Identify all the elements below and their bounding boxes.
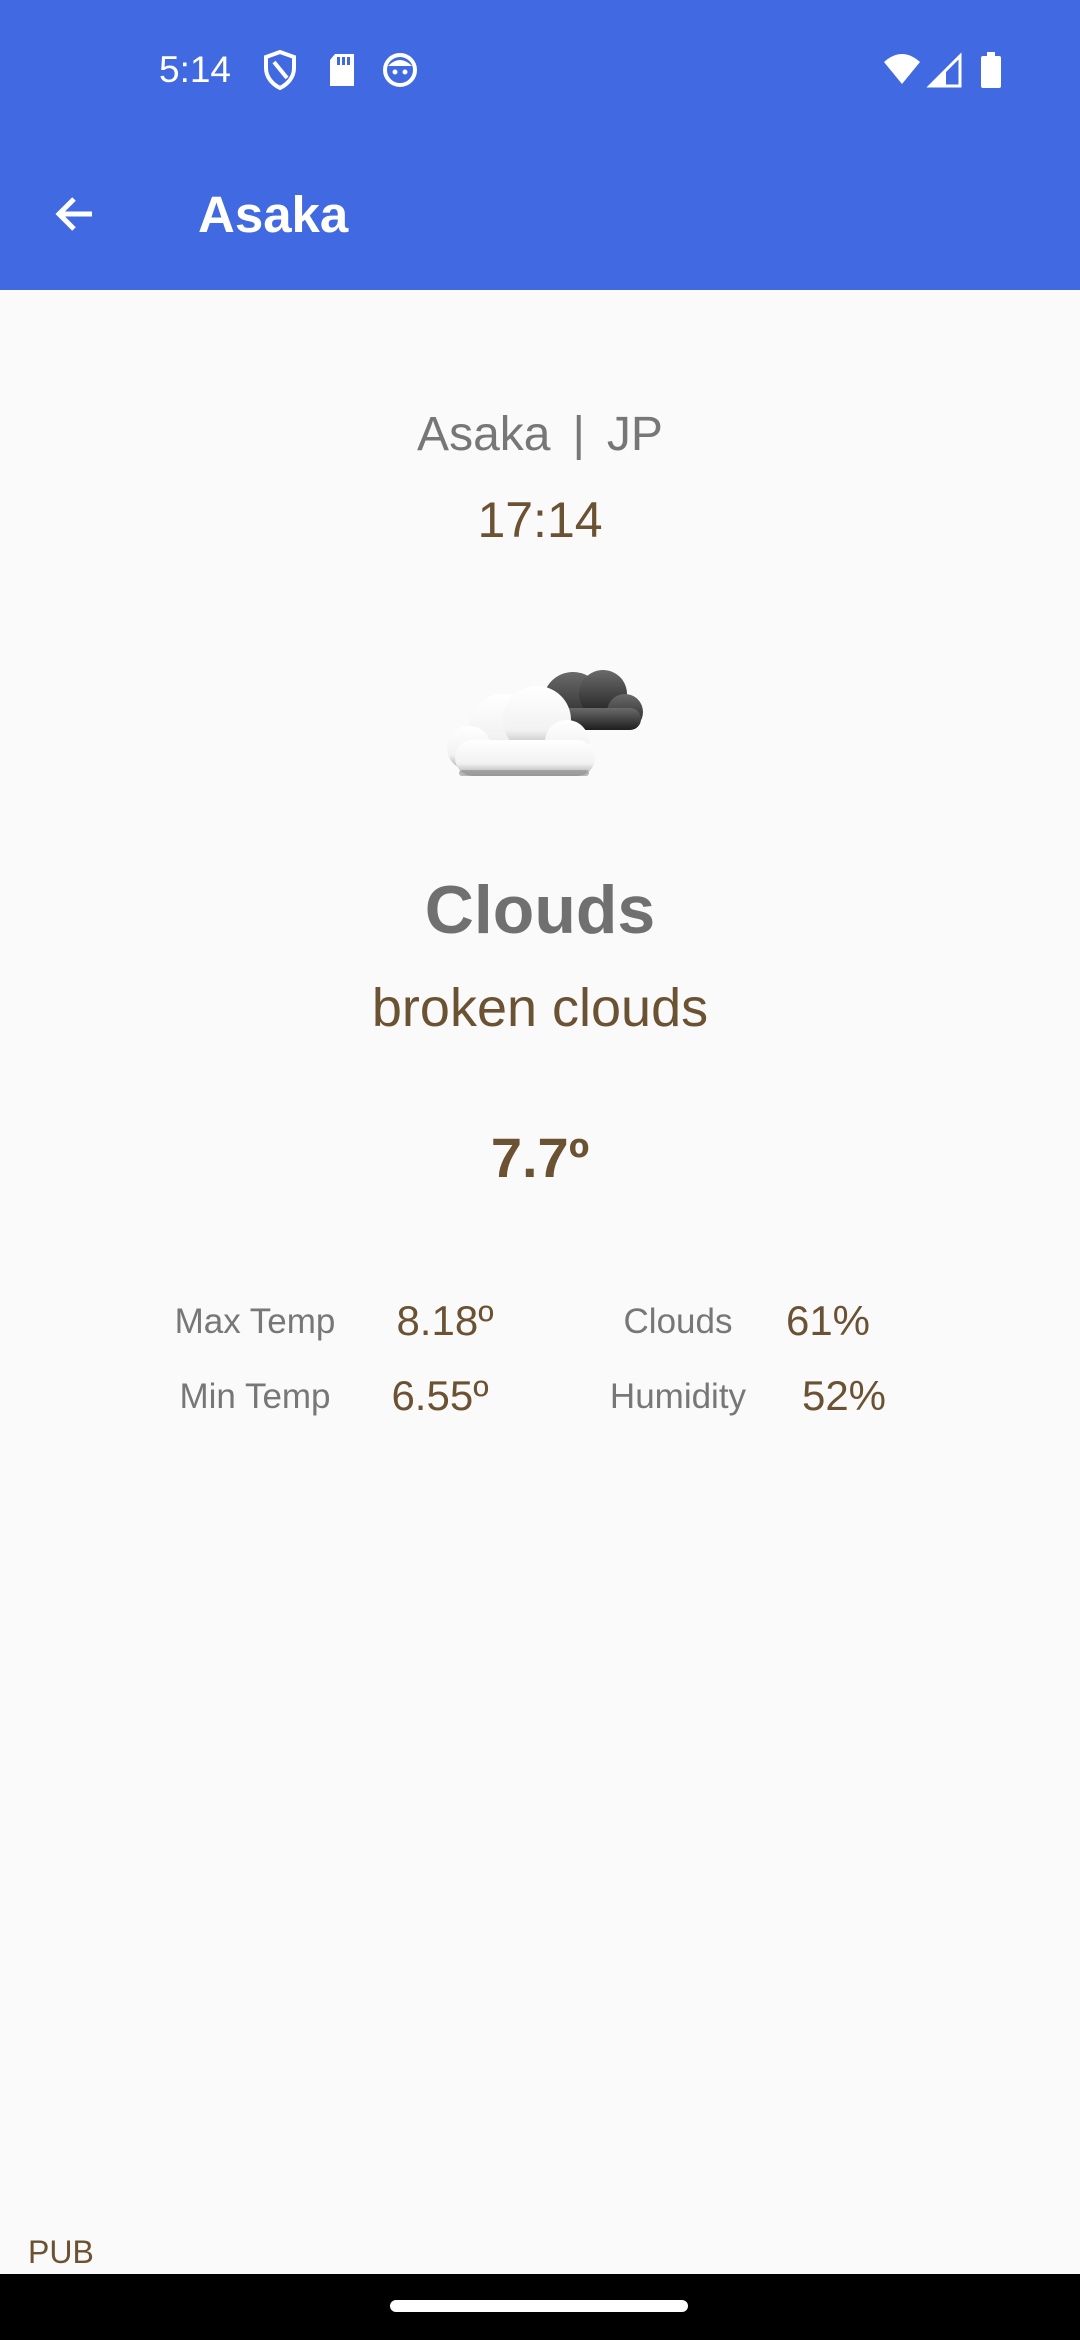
battery-icon <box>978 48 1004 92</box>
sd-card-icon <box>322 48 362 92</box>
pub-label: PUB <box>28 2234 94 2270</box>
cell-signal-icon <box>926 48 964 92</box>
shield-icon <box>260 48 300 92</box>
home-gesture-handle[interactable] <box>390 2300 688 2312</box>
max-temp-label: Max Temp <box>174 1302 336 1341</box>
weather-description: broken clouds <box>371 978 709 1038</box>
min-temp-value: 6.55º <box>391 1372 489 1419</box>
min-temp-label: Min Temp <box>179 1377 331 1416</box>
city-name: Asaka <box>417 408 551 461</box>
wifi-icon <box>882 48 922 92</box>
status-time: 5:14 <box>159 49 232 90</box>
weather-main: Clouds <box>424 872 656 948</box>
location-separator: | <box>572 408 585 461</box>
clouds-value: 61% <box>785 1297 871 1344</box>
max-temp-value: 8.18º <box>396 1297 494 1344</box>
location-line: Asaka | JP <box>0 405 1080 465</box>
status-bar: 5:14 <box>0 0 1080 140</box>
humidity-label: Humidity <box>609 1377 747 1416</box>
app-bar: Asaka <box>0 140 1080 290</box>
clouds-label: Clouds <box>623 1302 733 1341</box>
page-title: Asaka <box>198 186 349 243</box>
humidity-value: 52% <box>801 1372 887 1419</box>
broken-clouds-icon <box>425 650 665 790</box>
back-button[interactable] <box>34 176 114 256</box>
arrow-back-icon <box>50 190 98 243</box>
face-icon <box>380 48 420 92</box>
country-code: JP <box>606 408 663 461</box>
current-temperature: 7.7º <box>490 1126 590 1189</box>
local-time: 17:14 <box>477 492 603 548</box>
